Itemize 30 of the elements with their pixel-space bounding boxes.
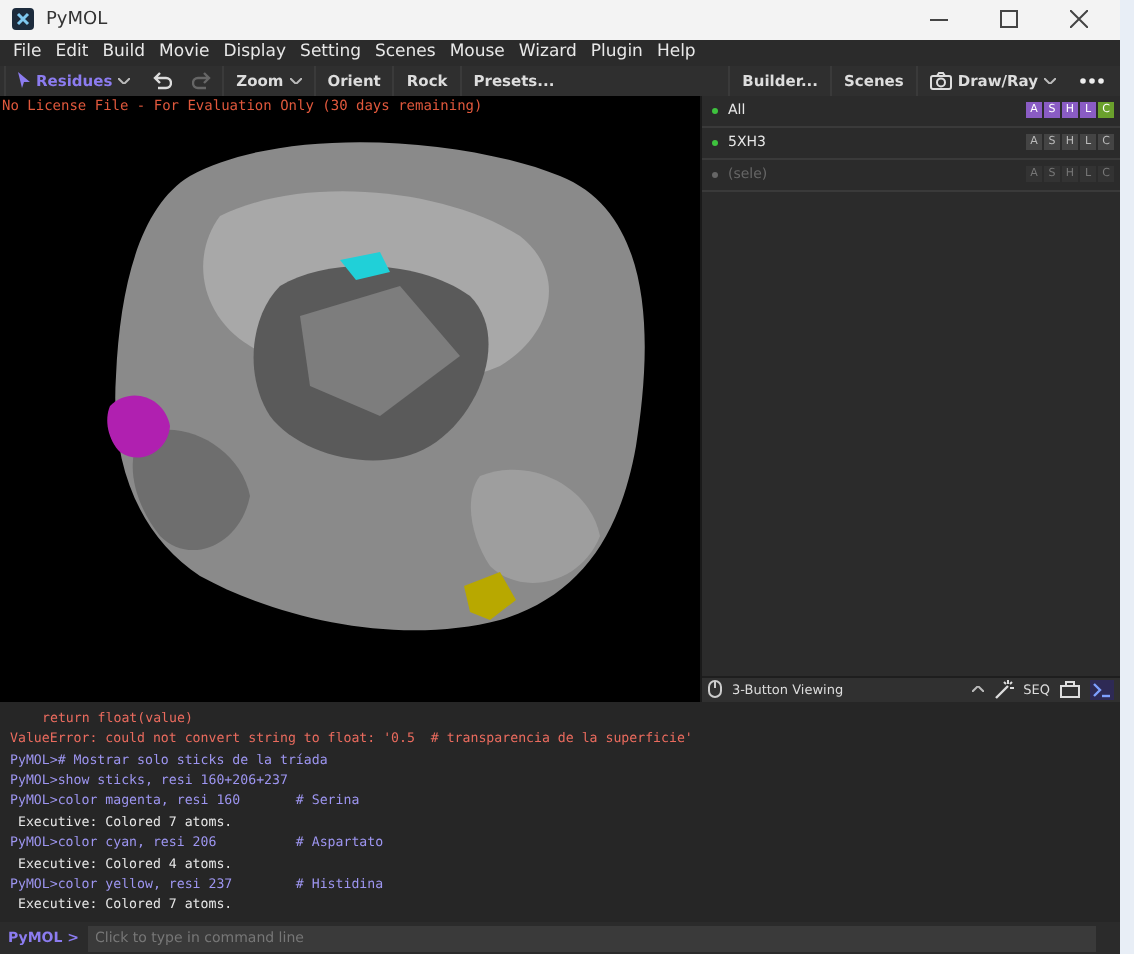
menu-item[interactable]: Wizard <box>511 42 584 63</box>
more-icon[interactable] <box>1080 77 1104 84</box>
menu-item[interactable]: Setting <box>293 42 368 63</box>
caret-icon <box>1044 77 1056 84</box>
maximize-icon[interactable] <box>1000 10 1018 29</box>
caret-icon[interactable] <box>971 686 984 693</box>
menu-item[interactable]: Display <box>216 42 294 63</box>
menu-item[interactable]: Movie <box>152 42 217 63</box>
window-title: PyMOL <box>46 9 108 30</box>
menu-item[interactable]: Help <box>649 42 703 63</box>
close-icon[interactable] <box>1070 10 1088 29</box>
visibility-dot[interactable] <box>712 107 718 114</box>
undo-icon[interactable] <box>152 70 173 91</box>
camera-icon <box>929 71 952 90</box>
caret-icon <box>118 77 131 84</box>
menu-item[interactable]: File <box>6 42 49 63</box>
caret-icon <box>289 77 302 84</box>
panel-icon[interactable] <box>1060 680 1080 699</box>
menu-item[interactable]: Build <box>95 42 153 63</box>
visibility-dot[interactable] <box>712 139 718 146</box>
menu-item[interactable]: Edit <box>48 42 96 63</box>
wand-icon[interactable] <box>993 679 1014 700</box>
menu-item[interactable]: Mouse <box>442 42 512 63</box>
terminal-icon[interactable] <box>1092 681 1112 698</box>
visibility-dot[interactable] <box>712 171 718 178</box>
app-icon <box>12 8 34 31</box>
menu-item[interactable]: Plugin <box>583 42 650 63</box>
menu-item[interactable]: Scenes <box>367 42 443 63</box>
mouse-icon <box>708 680 722 699</box>
pointer-icon <box>18 72 30 89</box>
